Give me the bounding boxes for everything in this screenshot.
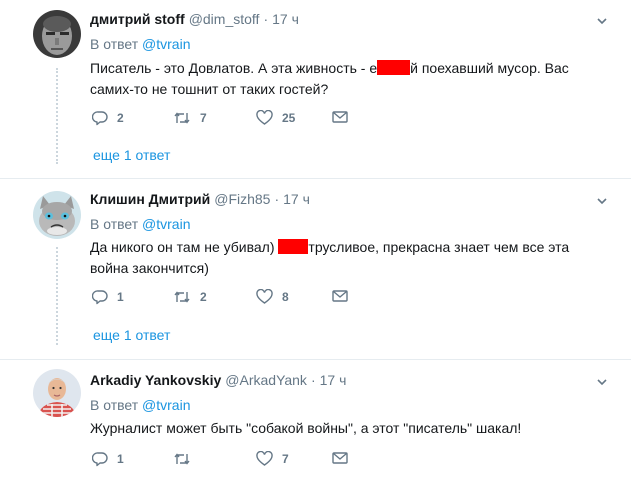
tweet-header: Arkadiy Yankovskiy @ArkadYank · 17 ч xyxy=(90,372,346,388)
like-action[interactable]: 8 xyxy=(256,289,289,305)
thread-connector xyxy=(56,68,58,164)
direct-message-action[interactable] xyxy=(332,289,348,303)
retweet-action[interactable]: 7 xyxy=(173,110,207,126)
retweet-count: 7 xyxy=(200,111,207,125)
envelope-icon xyxy=(332,111,348,123)
author-handle[interactable]: @ArkadYank xyxy=(225,372,307,388)
tweet-2: Клишин Дмитрий @Fizh85 · 17 ч В ответ @tvra… xyxy=(0,179,631,359)
author-name[interactable]: Клишин Дмитрий xyxy=(90,191,210,207)
timestamp[interactable]: 17 ч xyxy=(283,191,310,207)
tweet-text-part: Писатель - это Довлатов. А эта живность … xyxy=(90,60,378,76)
retweet-icon xyxy=(174,453,190,465)
avatar[interactable] xyxy=(33,369,81,417)
reply-icon xyxy=(92,452,108,467)
reply-action[interactable]: 1 xyxy=(92,289,124,305)
avatar[interactable] xyxy=(33,10,81,58)
reply-context: В ответ @tvrain xyxy=(90,216,190,232)
separator-dot: · xyxy=(263,11,269,27)
separator-dot: · xyxy=(310,372,316,388)
like-action[interactable]: 7 xyxy=(256,451,289,467)
reply-count: 1 xyxy=(117,452,124,466)
envelope-icon xyxy=(332,290,348,302)
author-name[interactable]: Arkadiy Yankovskiy xyxy=(90,372,221,388)
heart-icon xyxy=(256,289,273,304)
reply-to-link[interactable]: @tvrain xyxy=(142,397,190,413)
reply-count: 1 xyxy=(117,290,124,304)
reply-action[interactable]: 2 xyxy=(92,110,124,126)
timestamp[interactable]: 17 ч xyxy=(272,11,299,27)
reply-count: 2 xyxy=(117,111,124,125)
like-action[interactable]: 25 xyxy=(256,110,295,126)
tweet-1: дмитрий stoff @dim_stoff · 17 ч В ответ @tv… xyxy=(0,0,631,178)
direct-message-action[interactable] xyxy=(332,451,348,465)
heart-icon xyxy=(256,451,273,466)
thread-connector xyxy=(56,247,58,345)
redaction-box xyxy=(377,60,411,75)
like-count: 7 xyxy=(282,452,289,466)
tweet-text-part: самих-то не тошнит от таких гостей? xyxy=(90,81,329,97)
tweet-header: дмитрий stoff @dim_stoff · 17 ч xyxy=(90,11,299,27)
tweet-text: Журналист может быть "собакой войны", а … xyxy=(90,420,522,436)
reply-to-link[interactable]: @tvrain xyxy=(142,36,190,52)
like-count: 25 xyxy=(282,111,296,125)
reply-prefix: В ответ xyxy=(90,36,139,52)
separator-dot: · xyxy=(274,191,280,207)
tweet-text-part: трусливое, прекрасна знает чем все эта xyxy=(308,239,570,255)
reply-prefix: В ответ xyxy=(90,216,139,232)
reply-context: В ответ @tvrain xyxy=(90,36,190,52)
reply-action[interactable]: 1 xyxy=(92,451,124,467)
show-more-replies-link[interactable]: еще 1 ответ xyxy=(93,327,170,343)
tweet-text: Писатель - это Довлатов. А эта живность … xyxy=(90,58,590,100)
retweet-count: 2 xyxy=(200,290,207,304)
heart-icon xyxy=(256,110,273,125)
like-count: 8 xyxy=(282,290,289,304)
tweet-text-part: война закончится) xyxy=(90,260,209,276)
timestamp[interactable]: 17 ч xyxy=(320,372,347,388)
author-name[interactable]: дмитрий stoff xyxy=(90,11,185,27)
tweet-text-part: й поехавший мусор. Вас xyxy=(410,60,569,76)
direct-message-action[interactable] xyxy=(332,110,348,124)
envelope-icon xyxy=(332,452,348,464)
chevron-down-icon[interactable] xyxy=(597,196,607,206)
show-more-replies-link[interactable]: еще 1 ответ xyxy=(93,147,170,163)
author-handle[interactable]: @dim_stoff xyxy=(189,11,260,27)
tweet-3: Arkadiy Yankovskiy @ArkadYank · 17 ч В отве… xyxy=(0,360,631,480)
author-handle[interactable]: @Fizh85 xyxy=(214,191,270,207)
tweet-text-part: Да никого он там не убивал) xyxy=(90,239,279,255)
reply-icon xyxy=(92,290,108,305)
tweet-header: Клишин Дмитрий @Fizh85 · 17 ч xyxy=(90,191,310,207)
reply-icon xyxy=(92,111,108,126)
chevron-down-icon[interactable] xyxy=(597,16,607,26)
retweet-action[interactable]: 2 xyxy=(173,289,207,305)
avatar[interactable] xyxy=(33,191,81,239)
reply-prefix: В ответ xyxy=(90,397,139,413)
reply-context: В ответ @tvrain xyxy=(90,397,190,413)
reply-to-link[interactable]: @tvrain xyxy=(142,216,190,232)
retweet-action[interactable] xyxy=(173,451,200,467)
redaction-box xyxy=(278,239,309,254)
chevron-down-icon[interactable] xyxy=(597,377,607,387)
tweet-text: Да никого он там не убивал) трусливое, п… xyxy=(90,237,590,279)
retweet-icon xyxy=(174,112,190,124)
retweet-icon xyxy=(174,291,190,303)
